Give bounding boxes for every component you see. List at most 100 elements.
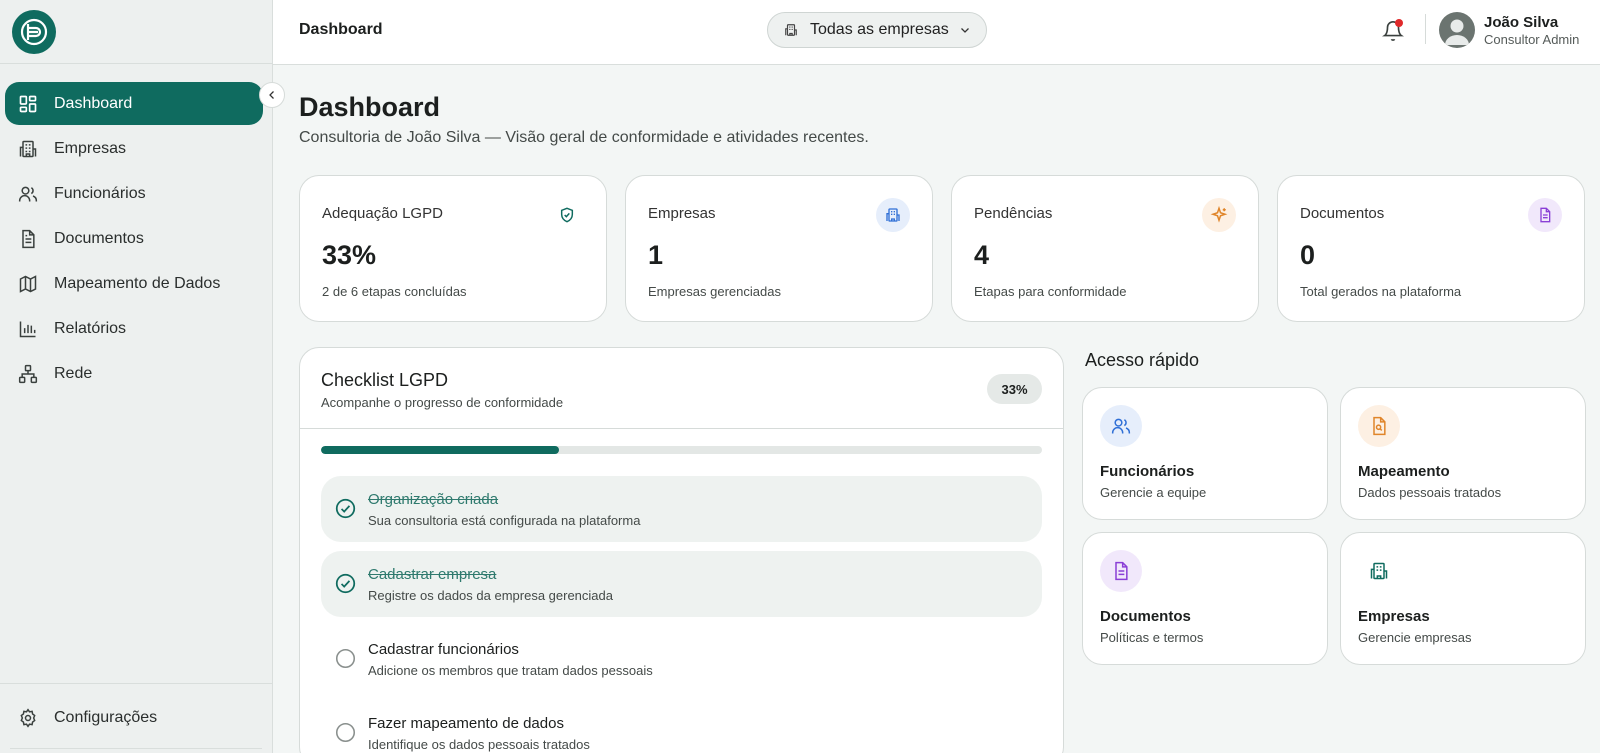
quick-access-mapeamento[interactable]: Mapeamento Dados pessoais tratados <box>1340 387 1586 520</box>
stat-label: Adequação LGPD <box>322 205 443 222</box>
building-icon <box>17 138 39 160</box>
sidebar-footer: Configurações <box>0 683 273 741</box>
building-icon <box>1358 550 1400 592</box>
sidebar-item-funcionarios[interactable]: Funcionários <box>5 172 263 215</box>
quick-access-funcionarios[interactable]: Funcionários Gerencie a equipe <box>1082 387 1328 520</box>
quick-access-label: Funcionários <box>1100 463 1195 480</box>
quick-access-label: Documentos <box>1100 608 1191 625</box>
stat-value: 0 <box>1300 240 1316 270</box>
stat-desc: 2 de 6 etapas concluídas <box>322 284 467 299</box>
quick-access-empresas[interactable]: Empresas Gerencie empresas <box>1340 532 1586 665</box>
logo-row <box>0 0 272 64</box>
circle-icon <box>335 648 356 669</box>
sidebar-item-label: Empresas <box>54 139 127 157</box>
quick-access-desc: Gerencie a equipe <box>1100 485 1207 500</box>
check-circle-icon <box>335 498 356 519</box>
checklist-card: Checklist LGPD Acompanhe o progresso de … <box>299 347 1064 753</box>
sidebar-item-documentos[interactable]: Documentos <box>5 217 263 260</box>
sidebar-item-label: Funcionários <box>54 184 146 202</box>
stat-label: Empresas <box>648 205 716 222</box>
sidebar-item-mapeamento[interactable]: Mapeamento de Dados <box>5 262 263 305</box>
sidebar-item-label: Mapeamento de Dados <box>54 274 221 292</box>
notification-badge <box>1395 19 1403 27</box>
stat-desc: Total gerados na plataforma <box>1300 284 1462 299</box>
user-role: Consultor Admin <box>1484 32 1580 47</box>
quick-access-desc: Políticas e termos <box>1100 630 1204 645</box>
checklist-item-title: Cadastrar empresa <box>368 566 497 583</box>
file-search-icon <box>1358 405 1400 447</box>
sidebar-item-empresas[interactable]: Empresas <box>5 127 263 170</box>
stat-label: Pendências <box>974 205 1053 222</box>
stat-card-documentos: Documentos 0 Total gerados na plataforma <box>1277 175 1585 322</box>
app-logo[interactable] <box>12 9 56 54</box>
document-icon <box>17 228 39 250</box>
sidebar-item-label: Dashboard <box>54 94 133 112</box>
top-header: Dashboard Todas as empresas João Silva C… <box>273 0 1600 65</box>
avatar[interactable] <box>1439 12 1475 48</box>
bar-chart-icon <box>17 318 39 340</box>
document-icon <box>1528 198 1562 232</box>
sidebar-item-label: Documentos <box>54 229 144 247</box>
users-icon <box>1100 405 1142 447</box>
page-title: Dashboard <box>299 92 441 122</box>
gear-icon <box>17 707 39 729</box>
company-select-value: Todas as empresas <box>810 21 949 38</box>
building-icon <box>784 23 798 37</box>
quick-access-label: Empresas <box>1358 608 1430 625</box>
check-circle-icon <box>335 573 356 594</box>
building-icon <box>876 198 910 232</box>
sidebar-item-dashboard[interactable]: Dashboard <box>5 82 263 125</box>
progress-badge: 33% <box>987 374 1042 404</box>
checklist-subtitle: Acompanhe o progresso de conformidade <box>321 395 564 410</box>
stat-label: Documentos <box>1300 205 1385 222</box>
checklist-item[interactable]: Cadastrar funcionários Adicione os membr… <box>321 626 1042 692</box>
divider <box>300 428 1063 429</box>
shield-check-icon <box>550 198 584 232</box>
quick-access-label: Mapeamento <box>1358 463 1450 480</box>
checklist-item-desc: Adicione os membros que tratam dados pes… <box>368 663 653 678</box>
divider <box>1425 14 1426 44</box>
checklist-item[interactable]: Fazer mapeamento de dados Identifique os… <box>321 700 1042 753</box>
quick-access-documentos[interactable]: Documentos Políticas e termos <box>1082 532 1328 665</box>
sparkle-icon <box>1202 198 1236 232</box>
stat-value: 4 <box>974 240 990 270</box>
divider <box>10 748 262 749</box>
sidebar-nav: Dashboard Empresas Funcionários Document… <box>0 82 273 397</box>
progress-fill <box>321 446 559 454</box>
sidebar-item-relatorios[interactable]: Relatórios <box>5 307 263 350</box>
stat-value: 33% <box>322 240 377 270</box>
stat-desc: Empresas gerenciadas <box>648 284 781 299</box>
checklist-item[interactable]: Cadastrar empresa Registre os dados da e… <box>321 551 1042 617</box>
circle-icon <box>335 722 356 743</box>
quick-access-desc: Gerencie empresas <box>1358 630 1472 645</box>
map-icon <box>17 273 39 295</box>
stat-value: 1 <box>648 240 664 270</box>
dashboard-icon <box>17 93 39 115</box>
sidebar-item-rede[interactable]: Rede <box>5 352 263 395</box>
checklist-item-title: Cadastrar funcionários <box>368 641 519 658</box>
company-select[interactable]: Todas as empresas <box>767 12 987 48</box>
sidebar: Dashboard Empresas Funcionários Document… <box>0 0 273 753</box>
stat-card-pendencias: Pendências 4 Etapas para conformidade <box>951 175 1259 322</box>
sidebar-item-label: Rede <box>54 364 93 382</box>
quick-access-title: Acesso rápido <box>1085 350 1200 370</box>
quick-access-desc: Dados pessoais tratados <box>1358 485 1502 500</box>
user-name[interactable]: João Silva <box>1484 14 1558 31</box>
chevron-left-icon <box>266 89 278 101</box>
checklist-title: Checklist LGPD <box>321 370 449 390</box>
progress-bar <box>321 446 1042 454</box>
checklist-item-desc: Sua consultoria está configurada na plat… <box>368 513 641 528</box>
checklist-item-title: Fazer mapeamento de dados <box>368 715 564 732</box>
page-subtitle: Consultoria de João Silva — Visão geral … <box>299 129 869 146</box>
users-icon <box>17 183 39 205</box>
sidebar-item-configuracoes[interactable]: Configurações <box>5 696 263 739</box>
checklist-item-desc: Registre os dados da empresa gerenciada <box>368 588 613 603</box>
header-title: Dashboard <box>299 21 383 38</box>
checklist-item[interactable]: Organização criada Sua consultoria está … <box>321 476 1042 542</box>
collapse-sidebar-button[interactable] <box>259 82 285 108</box>
notifications-button[interactable] <box>1380 18 1406 44</box>
sidebar-item-label: Configurações <box>54 708 158 726</box>
stat-desc: Etapas para conformidade <box>974 284 1127 299</box>
sidebar-item-label: Relatórios <box>54 319 127 337</box>
document-icon <box>1100 550 1142 592</box>
